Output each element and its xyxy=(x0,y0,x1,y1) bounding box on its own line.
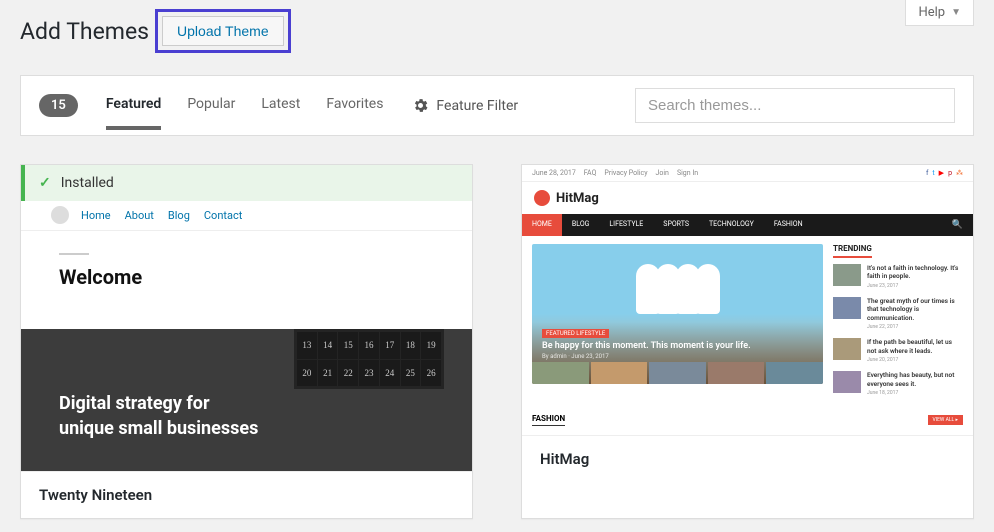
search-icon: 🔍 xyxy=(942,214,973,236)
help-tab[interactable]: Help ▼ xyxy=(905,0,974,26)
avatar-icon xyxy=(51,206,69,224)
gear-icon xyxy=(413,98,428,113)
tab-popular[interactable]: Popular xyxy=(187,96,235,130)
tab-favorites[interactable]: Favorites xyxy=(326,96,383,130)
tab-latest[interactable]: Latest xyxy=(261,96,300,130)
theme-preview: Home About Blog Contact Welcome 13 14 15… xyxy=(21,201,472,471)
feature-filter-label: Feature Filter xyxy=(436,98,518,114)
chevron-down-icon: ▼ xyxy=(951,7,961,18)
calendar-graphic: 13 14 15 16 17 18 19 20 21 22 23 24 25 2… xyxy=(294,329,444,389)
youtube-icon: ▶ xyxy=(939,169,944,177)
twitter-icon: t xyxy=(932,169,934,177)
page-title: Add Themes xyxy=(20,18,149,45)
filter-tabs: Featured Popular Latest Favorites xyxy=(106,96,384,116)
theme-count-badge: 15 xyxy=(39,94,78,117)
help-label: Help xyxy=(918,5,945,20)
logo-text: HitMag xyxy=(556,191,599,206)
logo-icon xyxy=(534,190,550,206)
pinterest-icon: p xyxy=(948,169,952,177)
tab-featured[interactable]: Featured xyxy=(106,96,161,130)
preview-heading: Welcome xyxy=(59,265,472,289)
search-input[interactable] xyxy=(635,88,955,123)
filter-bar: 15 Featured Popular Latest Favorites Fea… xyxy=(20,75,974,136)
facebook-icon: f xyxy=(926,169,928,177)
installed-badge: ✓ Installed xyxy=(21,165,472,201)
theme-name: HitMag xyxy=(522,435,973,482)
hero-image: FEATURED LIFESTYLE Be happy for this mom… xyxy=(532,244,823,384)
theme-name: Twenty Nineteen xyxy=(21,471,472,518)
theme-card-twenty-nineteen[interactable]: ✓ Installed Home About Blog Contact Welc… xyxy=(20,164,473,519)
check-icon: ✓ xyxy=(39,175,51,191)
upload-theme-button[interactable]: Upload Theme xyxy=(162,16,284,46)
rss-icon: ⁂ xyxy=(956,169,963,177)
trending-heading: TRENDING xyxy=(833,244,872,258)
installed-label: Installed xyxy=(61,175,114,191)
feature-filter-button[interactable]: Feature Filter xyxy=(413,98,518,114)
theme-card-hitmag[interactable]: June 28, 2017 FAQ Privacy Policy Join Si… xyxy=(521,164,974,519)
theme-preview: June 28, 2017 FAQ Privacy Policy Join Si… xyxy=(522,165,973,435)
upload-theme-highlight: Upload Theme xyxy=(155,9,291,53)
